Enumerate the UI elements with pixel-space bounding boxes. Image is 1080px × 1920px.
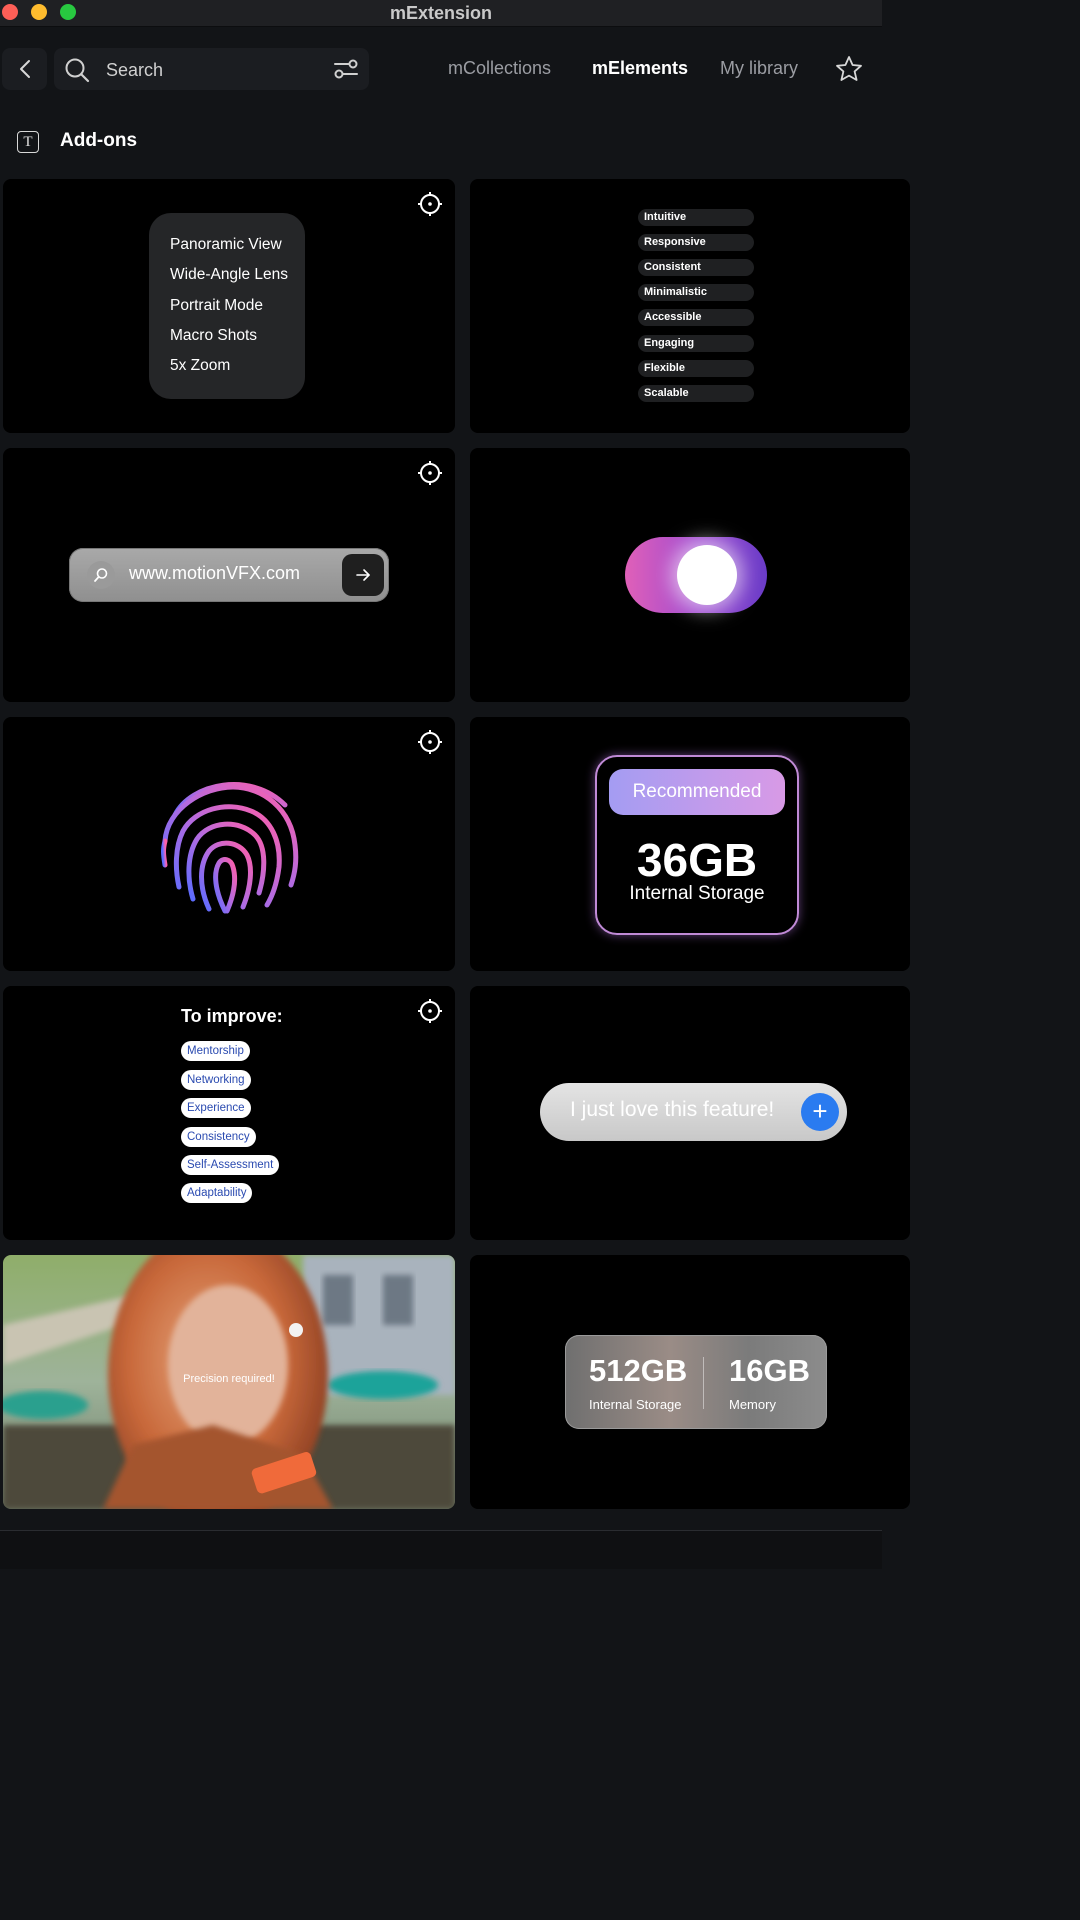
search-icon <box>65 58 90 83</box>
quality-pill: Accessible <box>638 309 754 326</box>
message-bubble-preview: I just love this feature! + <box>540 1083 847 1141</box>
crosshair-icon[interactable] <box>417 729 443 755</box>
storage-badge-preview: Recommended 36GB Internal Storage <box>595 755 799 935</box>
memory-spec-value: 16GB <box>729 1353 810 1388</box>
text-category-icon: T <box>17 131 39 153</box>
tab-melements[interactable]: mElements <box>592 58 688 79</box>
magnifier-icon <box>87 561 115 589</box>
quality-pill: Scalable <box>638 385 754 402</box>
menu-item: 5x Zoom <box>170 357 231 374</box>
url-text: www.motionVFX.com <box>129 563 301 583</box>
storage-label: Internal Storage <box>629 883 765 904</box>
element-card-photo[interactable]: Precision required! <box>3 1255 455 1509</box>
improve-chip: Consistency <box>181 1127 256 1147</box>
crosshair-icon[interactable] <box>417 998 443 1024</box>
arrow-right-icon <box>342 554 384 596</box>
chevron-left-icon <box>19 60 30 78</box>
camera-mode-menu: Panoramic View Wide-Angle Lens Portrait … <box>149 213 305 399</box>
element-card-camera-modes[interactable]: Panoramic View Wide-Angle Lens Portrait … <box>3 179 455 433</box>
spec-divider <box>703 1357 704 1409</box>
filter-sliders-icon[interactable] <box>333 58 359 80</box>
quality-pill: Engaging <box>638 335 754 352</box>
menu-item: Macro Shots <box>170 327 258 344</box>
element-card-fingerprint[interactable] <box>3 717 455 971</box>
improve-title: To improve: <box>181 1006 283 1026</box>
storage-spec-value: 512GB <box>589 1353 688 1388</box>
storage-spec-label: Internal Storage <box>589 1397 682 1412</box>
element-card-improve[interactable]: To improve: Mentorship Networking Experi… <box>3 986 455 1240</box>
element-card-qualities[interactable]: Intuitive Responsive Consistent Minimali… <box>470 179 910 433</box>
improve-chip: Networking <box>181 1070 251 1090</box>
improve-chip: Experience <box>181 1098 251 1118</box>
section-title: Add-ons <box>60 130 138 151</box>
star-icon[interactable] <box>834 54 864 84</box>
quality-pill: Flexible <box>638 360 754 377</box>
plus-icon: + <box>801 1093 839 1131</box>
quality-pill: Responsive <box>638 234 754 251</box>
quality-pill: Consistent <box>638 259 754 276</box>
improve-chip: Mentorship <box>181 1041 250 1061</box>
toggle-switch-preview <box>625 537 767 613</box>
photo-caption: Precision required! <box>183 1373 275 1385</box>
crosshair-icon[interactable] <box>417 191 443 217</box>
element-card-specs[interactable]: 512GB Internal Storage 16GB Memory <box>470 1255 910 1509</box>
menu-item: Wide-Angle Lens <box>170 266 289 283</box>
improve-chip: Self-Assessment <box>181 1155 280 1175</box>
menu-item: Portrait Mode <box>170 297 264 314</box>
tab-my-library[interactable]: My library <box>720 58 798 79</box>
title-bar: mExtension <box>0 0 882 27</box>
fingerprint-icon <box>161 782 299 914</box>
memory-spec-label: Memory <box>729 1397 776 1412</box>
back-button[interactable] <box>2 48 47 90</box>
improve-chip: Adaptability <box>181 1183 253 1203</box>
element-card-message[interactable]: I just love this feature! + <box>470 986 910 1240</box>
search-input[interactable] <box>104 48 328 92</box>
toggle-knob <box>677 545 737 605</box>
window-title: mExtension <box>389 3 493 23</box>
message-text: I just love this feature! <box>570 1098 775 1121</box>
spec-panel-preview: 512GB Internal Storage 16GB Memory <box>565 1335 827 1429</box>
url-bar-preview: www.motionVFX.com <box>69 548 389 602</box>
quality-pill: Minimalistic <box>638 284 754 301</box>
search-box[interactable] <box>54 48 369 92</box>
element-card-storage[interactable]: Recommended 36GB Internal Storage <box>470 717 910 971</box>
bottom-bar <box>0 1530 882 1569</box>
element-card-toggle[interactable] <box>470 448 910 702</box>
storage-value: 36GB <box>636 834 758 886</box>
element-card-url-bar[interactable]: www.motionVFX.com <box>3 448 455 702</box>
crosshair-icon[interactable] <box>417 460 443 486</box>
menu-item: Panoramic View <box>170 236 282 253</box>
recommended-badge: Recommended <box>609 769 785 815</box>
quality-pill: Intuitive <box>638 209 754 226</box>
tab-mcollections[interactable]: mCollections <box>448 58 551 79</box>
